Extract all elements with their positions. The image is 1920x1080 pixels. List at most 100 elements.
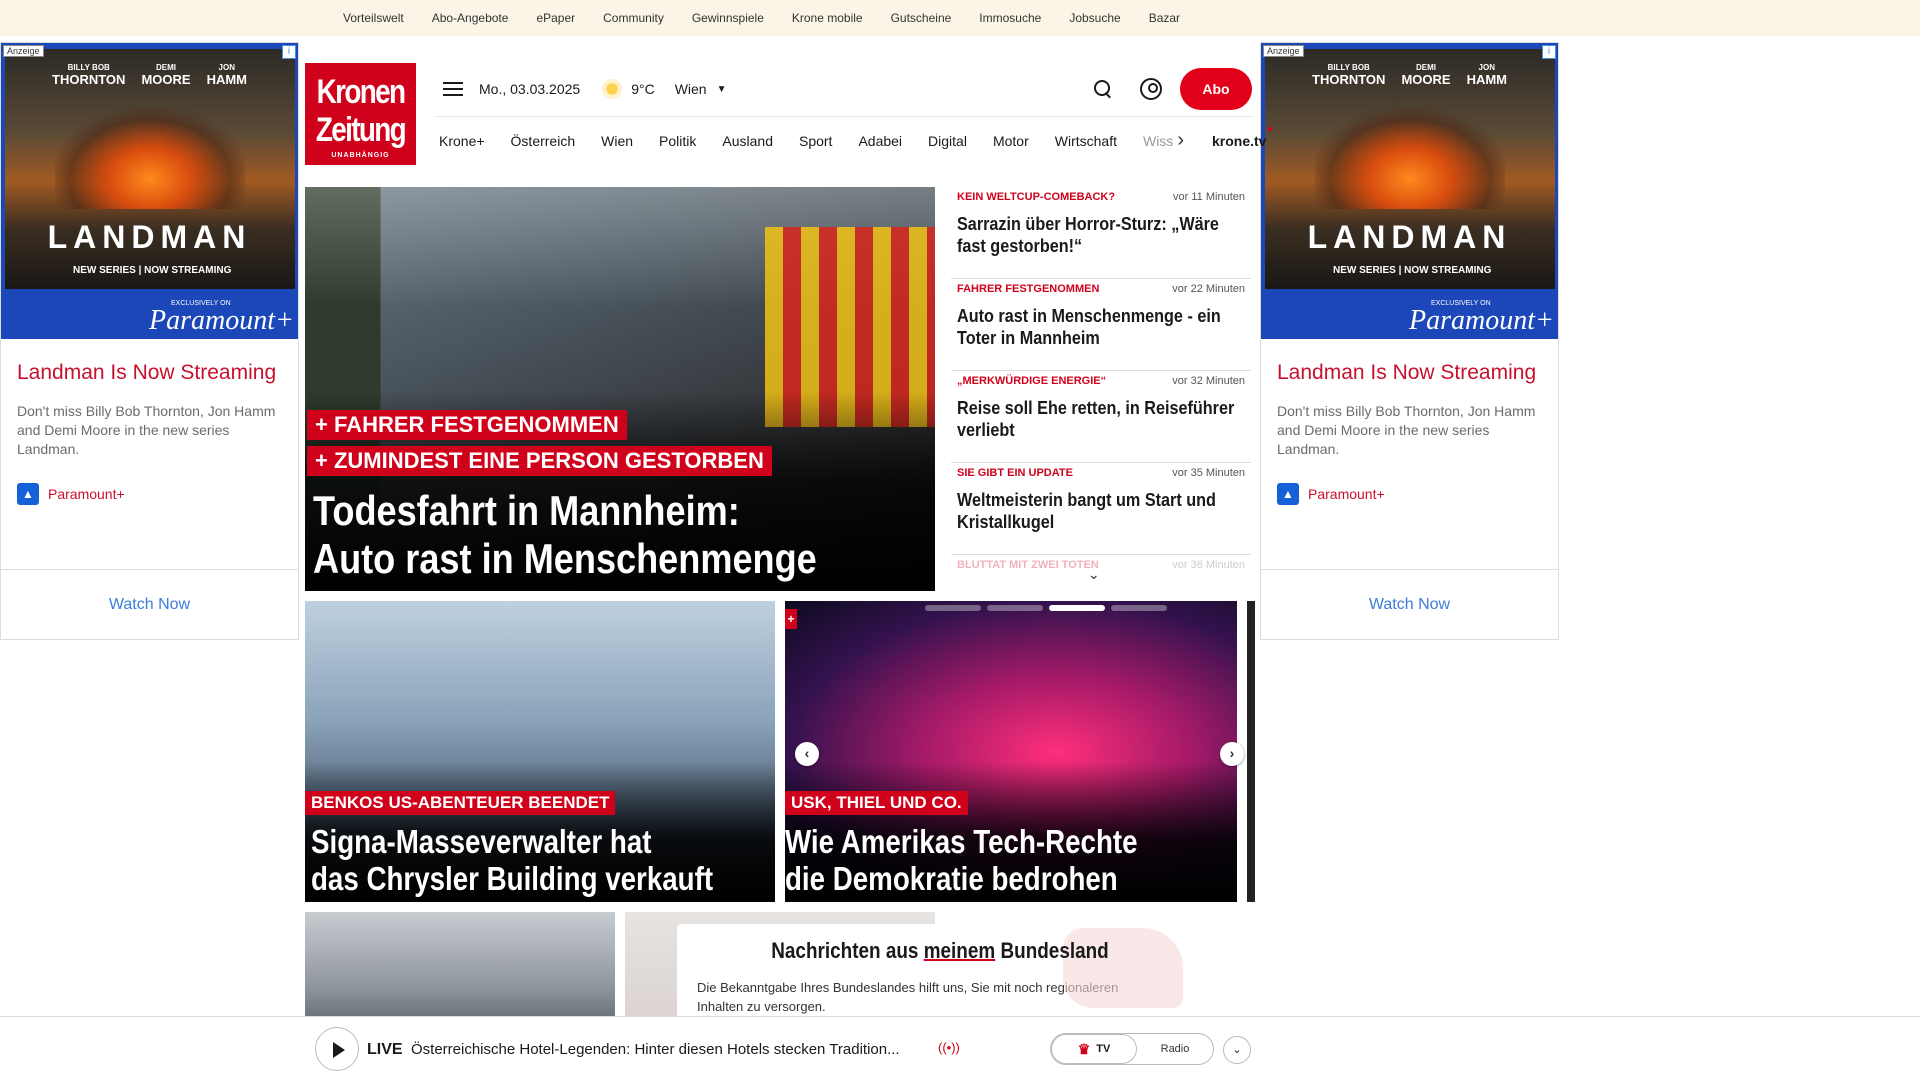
ticker-time: vor 35 Minuten [1172,467,1245,479]
topbar-link-gutscheine[interactable]: Gutscheine [891,11,952,25]
paramount-logo: Paramount+ [149,305,294,336]
topbar-link-vorteilswelt[interactable]: Vorteilswelt [343,11,404,25]
paramount-logo: Paramount+ [1409,305,1554,336]
play-icon[interactable] [315,1027,359,1071]
ad-cast-name: JON HAMM [1466,63,1507,87]
ad-advertiser[interactable]: ▲ Paramount+ [17,483,282,505]
ticker-title: Weltmeisterin bangt um Start und Kristal… [957,490,1216,532]
nav-item-krone-plus[interactable]: Krone+ [439,133,485,149]
city-selector[interactable]: Wien [675,81,707,97]
article-card[interactable]: + USK, THIEL UND CO. Wie Amerikas Tech-R… [785,601,1237,902]
ticker-time: vor 11 Minuten [1173,191,1245,203]
nav-item-oesterreich[interactable]: Österreich [511,133,576,149]
topbar-link-community[interactable]: Community [603,11,664,25]
ad-left[interactable]: Anzeige i BILLY BOB THORNTON DEMI MOORE JO… [0,42,299,640]
ad-headline[interactable]: Landman Is Now Streaming [1277,357,1542,388]
ad-cast-name: BILLY BOB THORNTON [52,63,126,87]
ad-info-icon[interactable]: i [282,45,296,59]
chevron-right-icon[interactable]: › [1177,129,1184,152]
ticker-time: vor 22 Minuten [1172,283,1245,295]
radio-toggle-button[interactable]: Radio [1137,1034,1213,1064]
abo-button[interactable]: Abo [1180,68,1252,110]
krone-logo[interactable]: Kronen Zeitung UNABHÄNGIG [305,63,416,165]
ticker-item[interactable]: BLUTTAT MIT ZWEI TOTEN vor 36 Minuten [951,555,1251,585]
logo-tagline: UNABHÄNGIG [331,152,390,159]
nav-item-wirtschaft[interactable]: Wirtschaft [1055,133,1117,149]
topbar-link-epaper[interactable]: ePaper [536,11,575,25]
watch-now-button[interactable]: Watch Now [1261,569,1558,639]
crown-icon: ♛ [1077,1040,1091,1057]
chevron-down-icon[interactable]: ⌄ [1088,566,1100,583]
bundesland-title: Nachrichten aus meinem Bundesland [771,938,1109,963]
hero-kicker: + ZUMINDEST EINE PERSON GESTORBEN [307,446,772,476]
hero-article[interactable]: + FAHRER FESTGENOMMEN + ZUMINDEST EINE P… [305,187,935,591]
ticker-item[interactable]: SIE GIBT EIN UPDATE vor 35 Minuten Weltme… [951,463,1251,555]
krone-plus-badge: + [785,609,797,629]
nav-item-sport[interactable]: Sport [799,133,832,149]
ad-cast-name: BILLY BOB THORNTON [1312,63,1386,87]
weather-temperature[interactable]: 9°C [631,81,655,97]
carousel-prev-button[interactable]: ‹ [795,742,819,766]
ticker-item[interactable]: FAHRER FESTGENOMMEN vor 22 Minuten Auto r… [951,279,1251,371]
search-icon[interactable] [1092,78,1114,100]
menu-icon[interactable] [443,82,463,96]
ticker-kicker: KEIN WELTCUP-COMEBACK? [957,191,1116,203]
ad-headline[interactable]: Landman Is Now Streaming [17,357,282,388]
paramount-icon: ▲ [1277,483,1299,505]
ad-description: Don't miss Billy Bob Thornton, Jon Hamm … [1277,403,1536,457]
ad-cast-name: JON HAMM [206,63,247,87]
carousel-indicator [925,605,1167,611]
ad-advertiser-name: Paramount+ [1308,486,1385,502]
carousel-next-button[interactable]: › [1220,742,1244,766]
article-card[interactable]: BENKOS US-ABENTEUER BEENDET Signa-Massev… [305,601,775,902]
top-service-bar: Vorteilswelt Abo-Angebote ePaper Communi… [0,0,1920,36]
watch-now-button[interactable]: Watch Now [1,569,298,639]
topbar-link-jobsuche[interactable]: Jobsuche [1069,11,1120,25]
ad-advertiser-name: Paramount+ [48,486,125,502]
ad-advertiser[interactable]: ▲ Paramount+ [1277,483,1542,505]
ticker-item[interactable]: KEIN WELTCUP-COMEBACK? vor 11 Minuten Sar… [951,187,1251,279]
ad-fire-graphic [1315,109,1505,209]
ad-cast-name: DEMI MOORE [1401,63,1451,87]
topbar-link-abo-angebote[interactable]: Abo-Angebote [432,11,509,25]
logo-line-1: Kronen [316,73,406,111]
ticker-title: Auto rast in Menschenmenge - ein Toter i… [957,306,1221,348]
paramount-icon: ▲ [17,483,39,505]
chevron-down-icon[interactable]: ⌄ [1223,1036,1251,1064]
media-toggle: ♛ TV Radio [1050,1033,1214,1065]
logo-line-2: Zeitung [315,111,407,149]
article-card-peek[interactable] [1247,601,1255,902]
ticker-title: Sarrazin über Horror-Sturz: „Wäre fast g… [957,214,1219,256]
topbar-link-krone-mobile[interactable]: Krone mobile [792,11,863,25]
ad-image[interactable]: Anzeige i BILLY BOB THORNTON DEMI MOORE JO… [1,43,298,339]
nav-item-ausland[interactable]: Ausland [722,133,773,149]
topbar-link-bazar[interactable]: Bazar [1149,11,1180,25]
main-navigation: Krone+ Österreich Wien Politik Ausland S… [436,116,1273,164]
ad-cast-name: DEMI MOORE [141,63,191,87]
ticker-title: Reise soll Ehe retten, in Reiseführer ve… [957,398,1235,440]
ad-show-title: LANDMAN [1307,219,1512,255]
card-title: Wie Amerikas Tech-Rechte die Demokratie … [785,823,1138,897]
ticker-item[interactable]: „MERKWÜRDIGE ENERGIE“ vor 32 Minuten Reis… [951,371,1251,463]
nav-item-digital[interactable]: Digital [928,133,967,149]
hero-title: Todesfahrt in Mannheim: Auto rast in Men… [313,487,817,582]
ad-info-icon[interactable]: i [1542,45,1556,59]
nav-item-motor[interactable]: Motor [993,133,1029,149]
header-actions: Abo [1092,68,1252,110]
topbar-link-gewinnspiele[interactable]: Gewinnspiele [692,11,764,25]
chevron-down-icon[interactable]: ▼ [717,84,727,95]
tv-toggle-button[interactable]: ♛ TV [1051,1034,1137,1064]
nav-item-politik[interactable]: Politik [659,133,696,149]
card-kicker: USK, THIEL UND CO. [785,791,968,815]
ad-image[interactable]: Anzeige i BILLY BOB THORNTON DEMI MOORE JO… [1261,43,1558,339]
nav-item-wien[interactable]: Wien [601,133,633,149]
nav-item-wissen[interactable]: Wiss [1143,133,1173,149]
sun-icon [602,79,623,99]
topbar-link-immosuche[interactable]: Immosuche [979,11,1041,25]
live-title[interactable]: Österreichische Hotel-Legenden: Hinter d… [411,1041,931,1058]
nav-item-krone-tv[interactable]: krone.tv [1212,126,1273,149]
ad-right[interactable]: Anzeige i BILLY BOB THORNTON DEMI MOORE JO… [1260,42,1559,640]
account-icon[interactable] [1140,78,1162,100]
ad-fire-graphic [55,109,245,209]
nav-item-adabei[interactable]: Adabei [858,133,902,149]
